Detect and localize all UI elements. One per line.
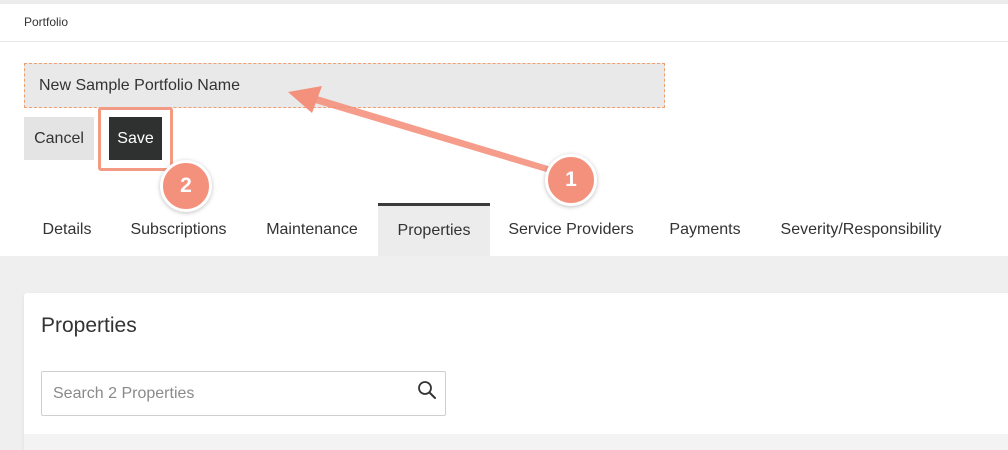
tab-label: Maintenance xyxy=(266,220,358,238)
tab-label: Subscriptions xyxy=(130,220,227,238)
search-icon[interactable] xyxy=(417,380,437,400)
table-header-strip xyxy=(24,434,1008,450)
save-button[interactable]: Save xyxy=(109,117,162,160)
tab-bar: Details Subscriptions Maintenance Proper… xyxy=(0,203,1008,256)
search-input[interactable] xyxy=(42,372,412,415)
annotation-badge-2: 2 xyxy=(160,160,212,212)
annotation-label: 1 xyxy=(565,168,577,191)
tab-maintenance[interactable]: Maintenance xyxy=(250,203,374,256)
cancel-button[interactable]: Cancel xyxy=(24,117,94,160)
search-box xyxy=(41,371,446,416)
tab-label: Payments xyxy=(669,220,741,238)
tab-service-providers[interactable]: Service Providers xyxy=(494,203,648,256)
tab-severity-responsibility[interactable]: Severity/Responsibility xyxy=(762,203,960,256)
tab-label: Properties xyxy=(397,222,471,239)
annotation-badge-1: 1 xyxy=(545,154,597,206)
tab-label: Service Providers xyxy=(508,220,634,238)
tab-label: Severity/Responsibility xyxy=(780,220,942,238)
page-header: Portfolio xyxy=(0,4,1008,42)
annotation-label: 2 xyxy=(180,174,192,197)
tab-payments[interactable]: Payments xyxy=(654,203,756,256)
tab-properties[interactable]: Properties xyxy=(378,203,490,256)
portfolio-name-input[interactable] xyxy=(24,63,665,108)
tab-label: Details xyxy=(42,220,92,238)
tab-details[interactable]: Details xyxy=(25,203,109,256)
breadcrumb[interactable]: Portfolio xyxy=(24,15,68,29)
section-title: Properties xyxy=(41,314,137,337)
